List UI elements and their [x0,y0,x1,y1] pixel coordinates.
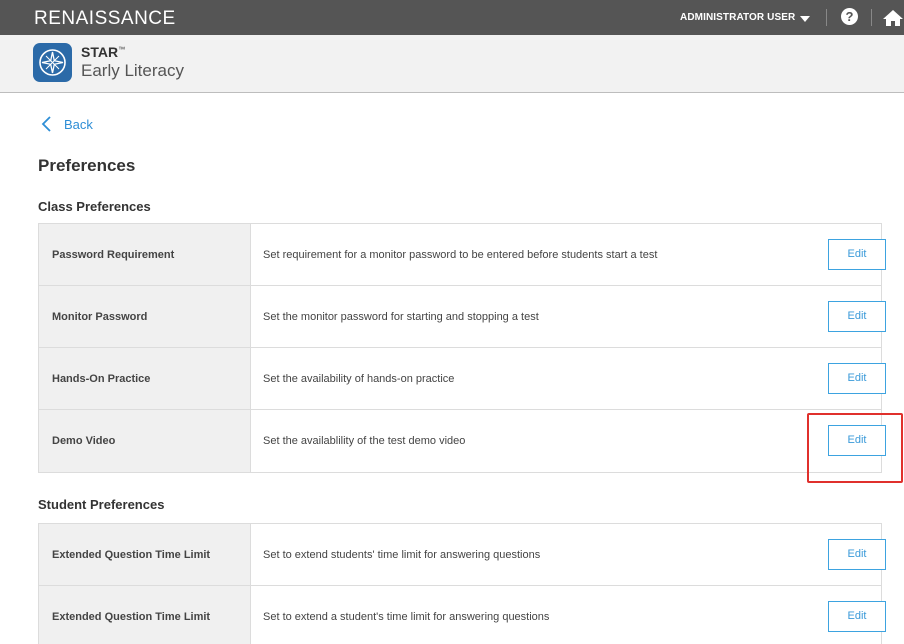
edit-button[interactable]: Edit [828,239,886,270]
preference-description: Set to extend students' time limit for a… [263,548,541,561]
preference-name: Monitor Password [52,310,148,323]
page-title: Preferences [38,156,136,175]
edit-button[interactable]: Edit [828,539,886,570]
chevron-left-icon [41,116,51,132]
app-name: STAR™ [81,44,125,60]
student-preferences-table: Extended Question Time Limit Set to exte… [38,523,886,644]
preference-name: Extended Question Time Limit [52,611,211,623]
preference-description: Set the monitor password for starting an… [263,310,539,323]
preference-description: Set the availablility of the test demo v… [263,435,466,447]
preference-name: Demo Video [52,435,116,447]
app-name-text: STAR [81,44,119,60]
edit-button[interactable]: Edit [828,601,886,632]
preference-name-cell: Monitor Password [39,286,251,347]
preference-name-cell: Demo Video [39,410,251,472]
preference-name-cell: Hands-On Practice [39,348,251,409]
trademark: ™ [118,46,126,54]
help-icon[interactable]: ? [841,8,858,25]
highlight-box [807,413,903,483]
back-label: Back [64,117,93,132]
table-row: Monitor Password Set the monitor passwor… [39,286,886,348]
divider [871,9,872,26]
table-row: Hands-On Practice Set the availability o… [39,348,886,410]
preference-description: Set requirement for a monitor password t… [263,248,658,261]
preference-description: Set to extend a student's time limit for… [263,611,550,623]
chevron-down-icon[interactable] [800,16,810,22]
section-heading-student: Student Preferences [38,497,165,512]
preference-description: Set the availability of hands-on practic… [263,372,455,385]
table-row: Demo Video Set the availablility of the … [39,410,886,472]
divider [826,9,827,26]
edit-button[interactable]: Edit [828,363,886,394]
preference-name-cell: Extended Question Time Limit [39,524,251,585]
user-menu[interactable]: ADMINISTRATOR USER [680,12,795,23]
home-icon[interactable] [882,9,904,27]
top-nav-bar: RENAISSANCE ADMINISTRATOR USER ? [0,0,904,35]
preference-name-cell: Password Requirement [39,224,251,285]
section-heading-class: Class Preferences [38,199,151,214]
preference-name-cell: Extended Question Time Limit [39,586,251,644]
app-header: STAR™ Early Literacy [0,35,904,93]
compass-icon [33,43,72,82]
class-preferences-table: Password Requirement Set requirement for… [38,223,886,473]
table-row: Password Requirement Set requirement for… [39,224,886,286]
preference-name: Password Requirement [52,248,175,261]
table-row: Extended Question Time Limit Set to exte… [39,524,886,586]
brand-logo-text[interactable]: RENAISSANCE [34,8,176,30]
preference-name: Hands-On Practice [52,372,151,385]
table-row: Extended Question Time Limit Set to exte… [39,586,886,644]
edit-button[interactable]: Edit [828,301,886,332]
preference-name: Extended Question Time Limit [52,548,211,561]
app-subtitle: Early Literacy [81,61,184,80]
